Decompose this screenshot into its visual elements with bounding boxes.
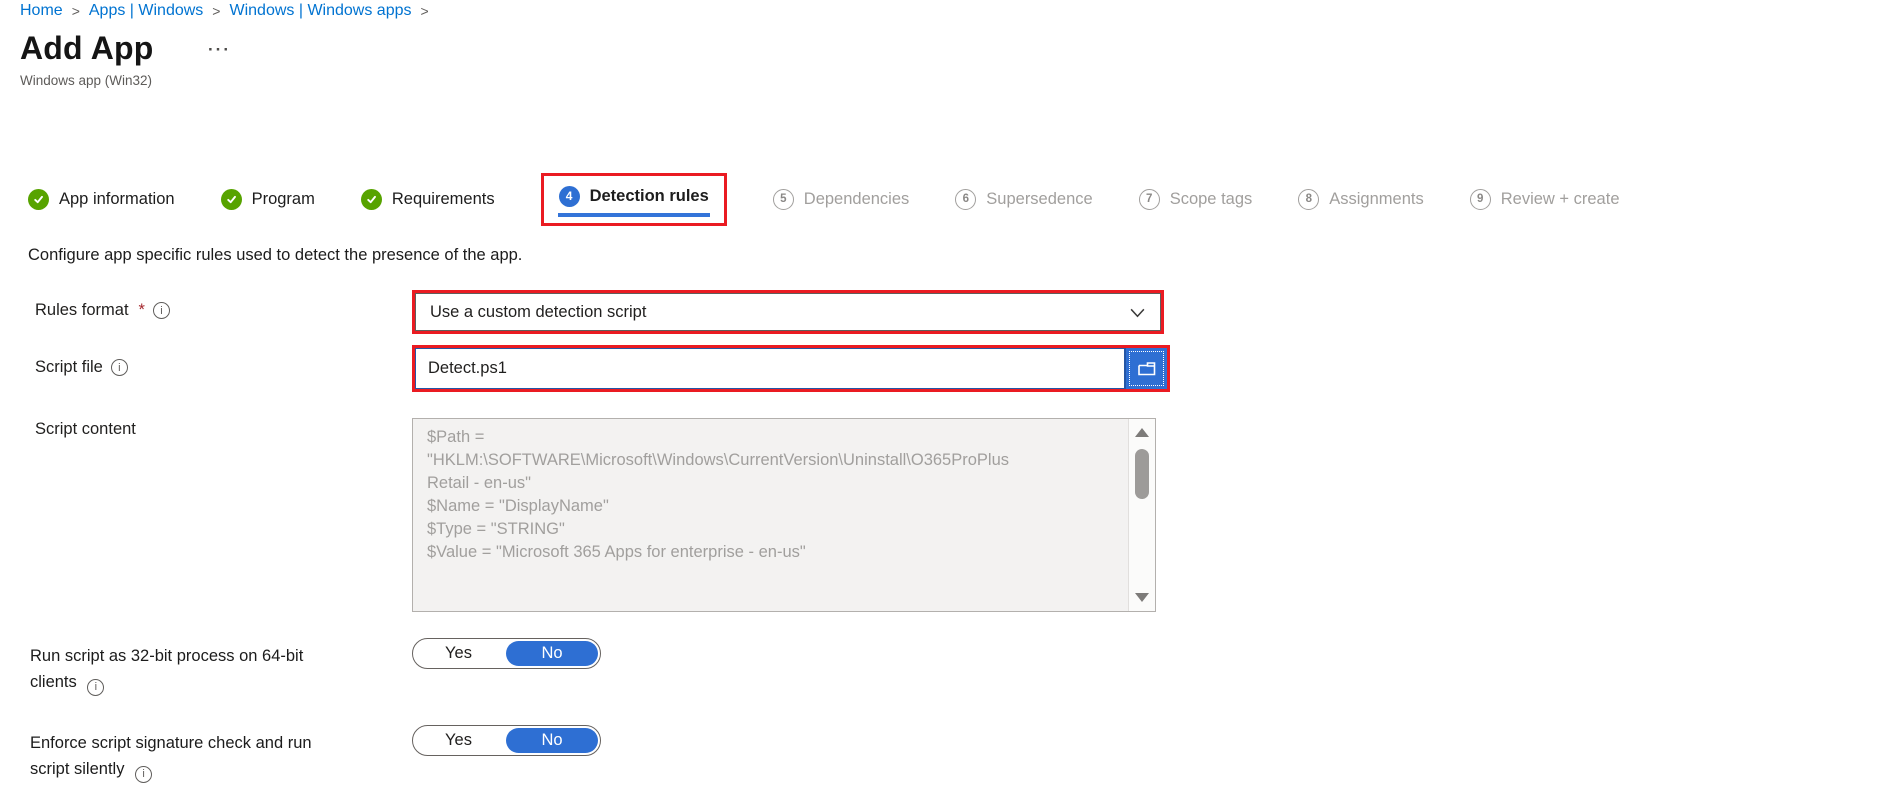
breadcrumb-separator: > (212, 3, 221, 19)
wizard-step-label: Assignments (1329, 189, 1424, 208)
wizard-step-label: App information (59, 189, 175, 208)
breadcrumb-apps-windows[interactable]: Apps | Windows (89, 2, 203, 20)
breadcrumb-windows-apps[interactable]: Windows | Windows apps (229, 2, 411, 20)
wizard-step-supersedence[interactable]: 6 Supersedence (955, 188, 1093, 210)
info-icon[interactable]: i (152, 302, 170, 319)
script-line: "HKLM:\SOFTWARE\Microsoft\Windows\Curren… (427, 451, 1010, 469)
step-number-badge: 5 (772, 188, 794, 210)
scrollbar-thumb[interactable] (1135, 449, 1149, 499)
run-32bit-label: Run script as 32-bit process on 64-bit c… (30, 643, 340, 696)
script-line: $Name = "DisplayName" (427, 497, 609, 515)
wizard-step-program[interactable]: Program (220, 188, 315, 210)
wizard-step-label: Detection rules (589, 186, 709, 205)
wizard-step-scope-tags[interactable]: 7 Scope tags (1138, 188, 1253, 210)
wizard-step-label: Supersedence (986, 189, 1093, 208)
info-icon[interactable]: i (87, 678, 105, 696)
check-icon (28, 188, 49, 210)
script-file-label-text: Script file (35, 358, 103, 376)
run-32bit-label-line1: Run script as 32-bit process on 64-bit (30, 647, 304, 665)
rules-format-dropdown[interactable]: Use a custom detection script (415, 293, 1161, 331)
wizard-step-detection-rules[interactable]: 4 Detection rules (540, 172, 727, 226)
step-number-badge: 9 (1469, 188, 1491, 210)
enforce-signature-toggle[interactable]: Yes No (412, 725, 601, 756)
script-content-label: Script content (35, 420, 136, 439)
run-32bit-toggle[interactable]: Yes No (412, 638, 601, 669)
script-file-input[interactable]: Detect.ps1 (415, 348, 1126, 389)
wizard-step-label: Review + create (1500, 189, 1620, 208)
wizard-step-requirements[interactable]: Requirements (360, 188, 495, 210)
step-number-badge: 7 (1138, 188, 1160, 210)
script-content-text: $Path = "HKLM:\SOFTWARE\Microsoft\Windows… (413, 419, 1128, 611)
script-file-annotation-box: Detect.ps1 (412, 345, 1170, 392)
step-description: Configure app specific rules used to det… (28, 246, 523, 264)
active-tab-underline (557, 212, 710, 217)
wizard-step-label: Scope tags (1169, 189, 1253, 208)
enforce-signature-no-option[interactable]: No (506, 728, 598, 753)
chevron-down-icon (1130, 308, 1145, 317)
rules-format-label-text: Rules format (35, 301, 129, 319)
wizard-step-app-information[interactable]: App information (28, 188, 175, 210)
wizard-step-label: Dependencies (803, 189, 910, 208)
script-file-label: Script file i (35, 358, 128, 377)
run-32bit-yes-option[interactable]: Yes (413, 639, 504, 668)
breadcrumb-separator: > (71, 3, 80, 19)
breadcrumb-home[interactable]: Home (20, 2, 63, 20)
script-content-label-text: Script content (35, 420, 136, 438)
rules-format-value: Use a custom detection script (430, 302, 647, 321)
rules-format-annotation-box: Use a custom detection script (412, 290, 1164, 334)
wizard-step-dependencies[interactable]: 5 Dependencies (772, 188, 910, 210)
rules-format-label: Rules format * i (35, 301, 170, 320)
script-line: $Value = "Microsoft 365 Apps for enterpr… (427, 543, 806, 561)
info-icon[interactable]: i (135, 765, 153, 783)
wizard-step-review-create[interactable]: 9 Review + create (1469, 188, 1620, 210)
script-line: $Path = (427, 428, 485, 446)
enforce-signature-label: Enforce script signature check and run s… (30, 730, 340, 783)
more-actions-ellipsis-icon[interactable]: ··· (208, 40, 231, 60)
wizard-steps: App information Program Requirements 4 Detec… (28, 165, 1620, 233)
triangle-down-icon[interactable] (1135, 593, 1149, 602)
step-number-badge: 8 (1298, 188, 1320, 210)
breadcrumb: Home > Apps | Windows > Windows | Window… (20, 2, 429, 20)
wizard-step-assignments[interactable]: 8 Assignments (1298, 188, 1424, 210)
run-32bit-label-line2: clients (30, 673, 77, 691)
enforce-signature-label-line1: Enforce script signature check and run (30, 734, 312, 752)
page-subtitle: Windows app (Win32) (20, 73, 153, 88)
triangle-up-icon[interactable] (1135, 428, 1149, 437)
required-marker: * (138, 301, 145, 319)
check-icon (220, 188, 242, 210)
info-icon[interactable]: i (110, 359, 128, 376)
folder-icon (1137, 361, 1155, 375)
script-scrollbar[interactable] (1128, 419, 1155, 611)
enforce-signature-label-line2: script silently (30, 760, 125, 778)
check-icon (360, 188, 382, 210)
script-line: Retail - en-us" (427, 474, 531, 492)
script-content-box[interactable]: $Path = "HKLM:\SOFTWARE\Microsoft\Windows… (412, 418, 1156, 612)
page-title: Add App (20, 30, 154, 66)
run-32bit-no-option[interactable]: No (506, 641, 598, 666)
enforce-signature-yes-option[interactable]: Yes (413, 726, 504, 755)
script-line: $Type = "STRING" (427, 520, 565, 538)
breadcrumb-separator: > (420, 3, 429, 19)
add-app-page: Home > Apps | Windows > Windows | Window… (0, 0, 1898, 800)
script-file-value: Detect.ps1 (428, 359, 507, 377)
wizard-step-label: Program (251, 189, 315, 208)
wizard-step-label: Requirements (391, 189, 495, 208)
step-number-badge: 6 (955, 188, 977, 210)
step-number-badge: 4 (558, 185, 580, 207)
browse-file-button[interactable] (1126, 348, 1167, 389)
